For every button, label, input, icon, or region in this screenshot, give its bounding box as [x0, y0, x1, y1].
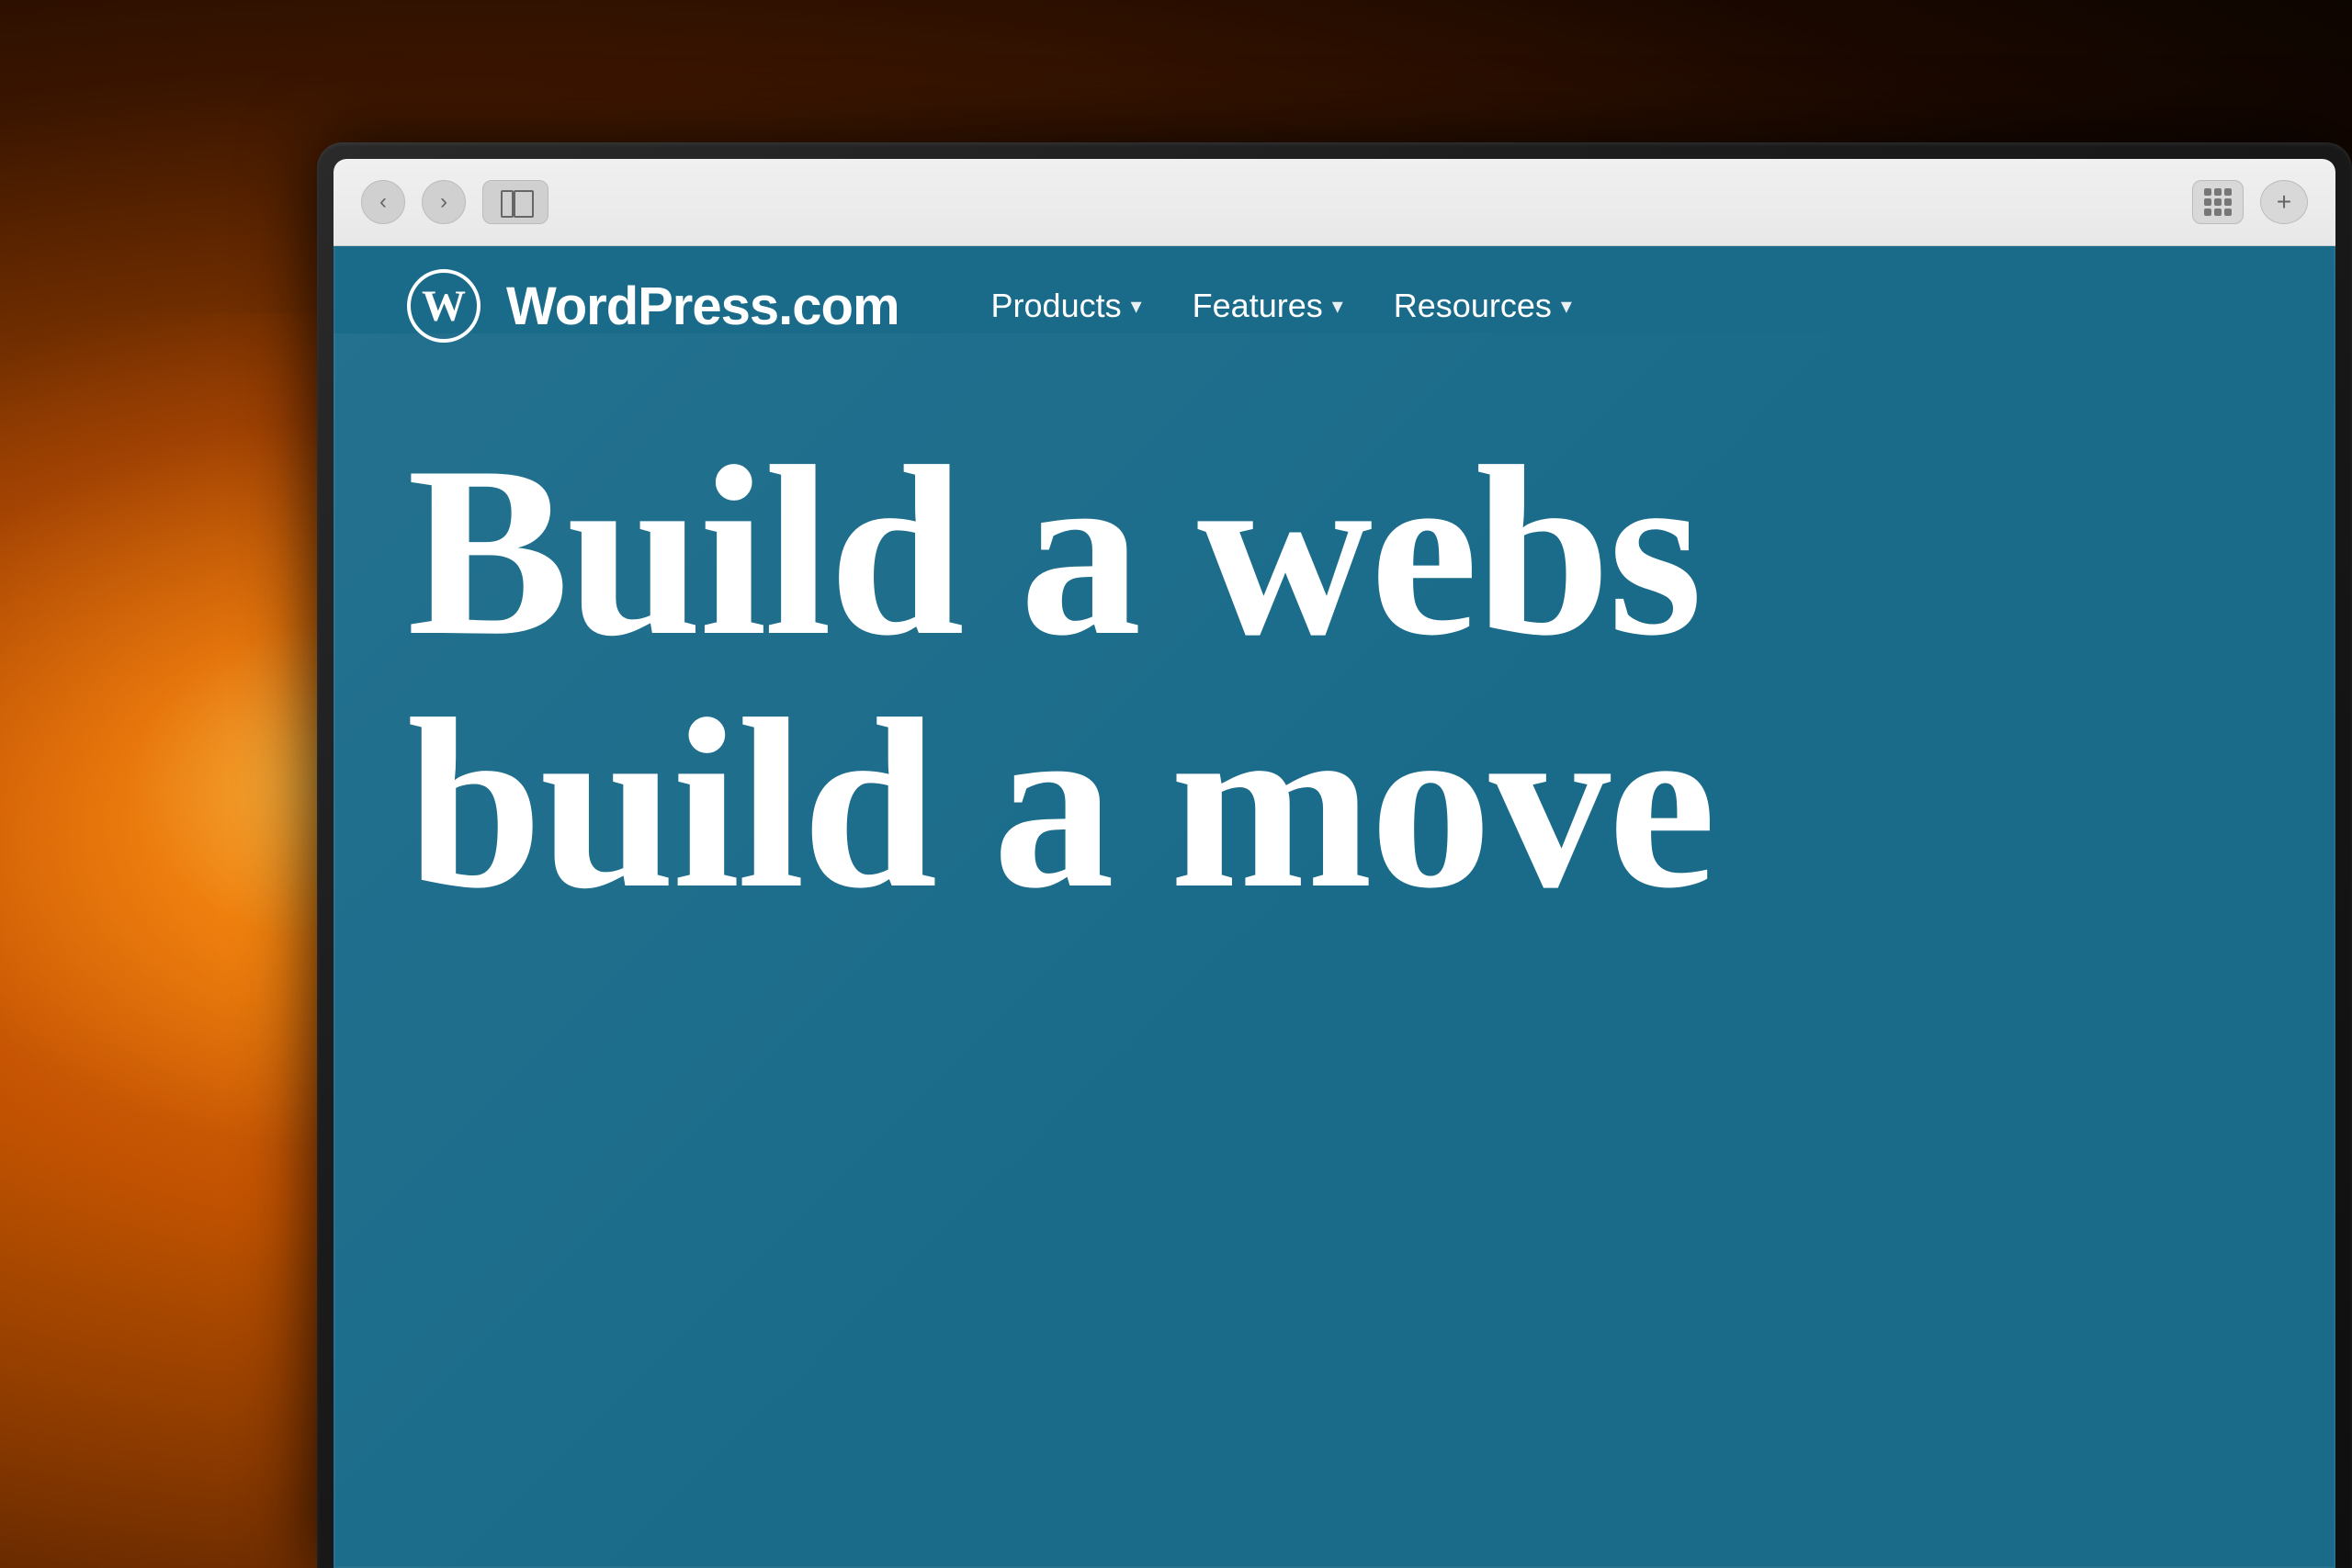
extensions-button[interactable] [2192, 180, 2244, 224]
back-button[interactable]: ‹ [361, 180, 405, 224]
nav-items: Products ▾ Features ▾ Resources ▾ [991, 287, 1572, 325]
hero-section: Build a webs build a move [407, 430, 2335, 926]
nav-resources-chevron: ▾ [1561, 293, 1572, 320]
hero-text-line2: build a move [407, 682, 2335, 926]
nav-item-products[interactable]: Products ▾ [991, 287, 1142, 325]
nav-products-label: Products [991, 287, 1122, 325]
nav-resources-label: Resources [1394, 287, 1552, 325]
wp-logo-icon: W [407, 269, 481, 343]
website-viewport: W WordPress.com Products ▾ Features ▾ Re… [334, 246, 2335, 1568]
hero-text-line1: Build a webs [407, 430, 2335, 673]
browser-toolbar: ‹ › [334, 159, 2335, 246]
new-tab-button[interactable]: + [2260, 180, 2308, 224]
laptop-screen: ‹ › [334, 159, 2335, 1568]
nav-features-label: Features [1193, 287, 1323, 325]
nav-item-features[interactable]: Features ▾ [1193, 287, 1343, 325]
grid-icon [2204, 188, 2232, 216]
nav-bar: W WordPress.com Products ▾ Features ▾ Re… [334, 246, 2335, 366]
nav-item-resources[interactable]: Resources ▾ [1394, 287, 1572, 325]
nav-products-chevron: ▾ [1131, 293, 1142, 320]
sidebar-toggle-button[interactable] [482, 180, 548, 224]
sidebar-icon [501, 190, 530, 214]
wp-logo-text: WordPress.com [506, 276, 899, 337]
nav-features-chevron: ▾ [1332, 293, 1343, 320]
laptop-frame: ‹ › [317, 142, 2352, 1568]
forward-button[interactable]: › [422, 180, 466, 224]
wordpress-logo[interactable]: W WordPress.com [407, 269, 899, 343]
